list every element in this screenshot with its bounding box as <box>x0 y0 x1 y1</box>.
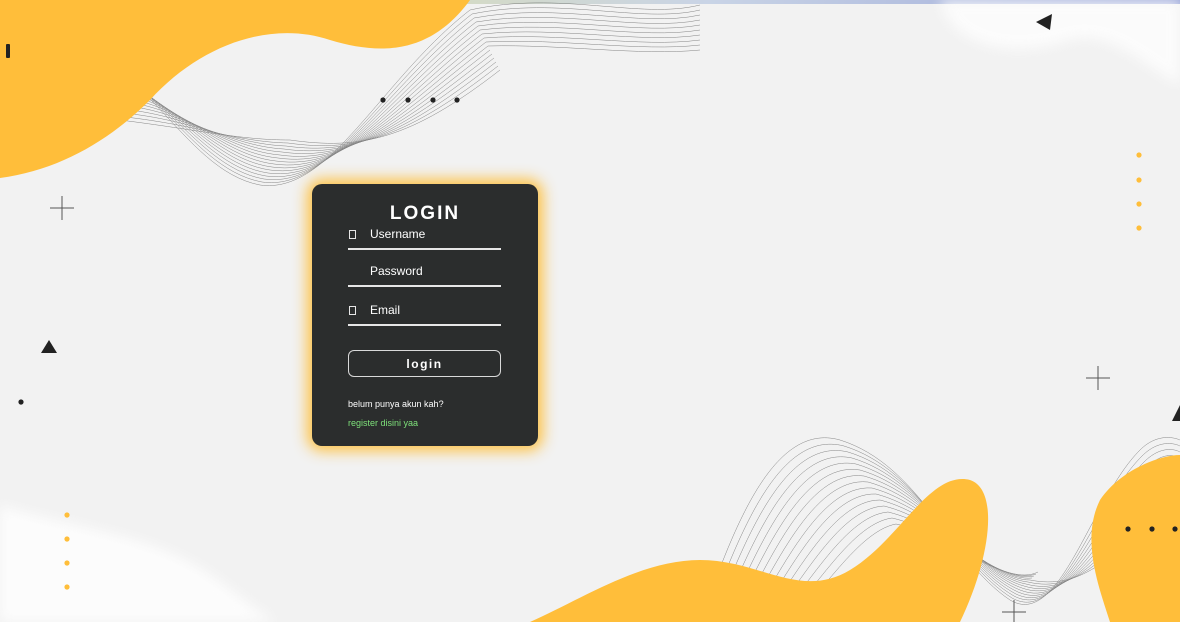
right-yellow-dots <box>1136 152 1142 231</box>
login-button[interactable]: login <box>348 350 501 377</box>
email-input[interactable] <box>370 299 498 321</box>
username-field <box>348 222 501 250</box>
password-field <box>348 259 501 287</box>
bottom-left-blob <box>0 505 275 622</box>
user-icon <box>349 230 356 239</box>
register-prompt: belum punya akun kah? <box>348 399 444 409</box>
plus-bottom <box>1002 600 1026 622</box>
login-page: LOGIN login belum punya akun kah? regist… <box>0 0 1180 622</box>
username-input[interactable] <box>370 223 498 245</box>
left-dot <box>18 399 24 405</box>
register-link[interactable]: register disini yaa <box>348 418 418 428</box>
triangle-right-edge <box>1172 405 1180 421</box>
top-right-blob <box>940 0 1180 85</box>
bottom-right-yellow-wave <box>1091 455 1180 622</box>
envelope-icon <box>349 306 356 315</box>
login-card: LOGIN login belum punya akun kah? regist… <box>312 184 538 446</box>
background-decoration <box>0 0 1180 622</box>
left-edge-mark <box>6 44 10 58</box>
plus-right <box>1086 366 1110 390</box>
plus-left <box>50 196 74 220</box>
password-input[interactable] <box>370 260 498 282</box>
triangle-left <box>41 340 57 353</box>
email-field <box>348 298 501 326</box>
